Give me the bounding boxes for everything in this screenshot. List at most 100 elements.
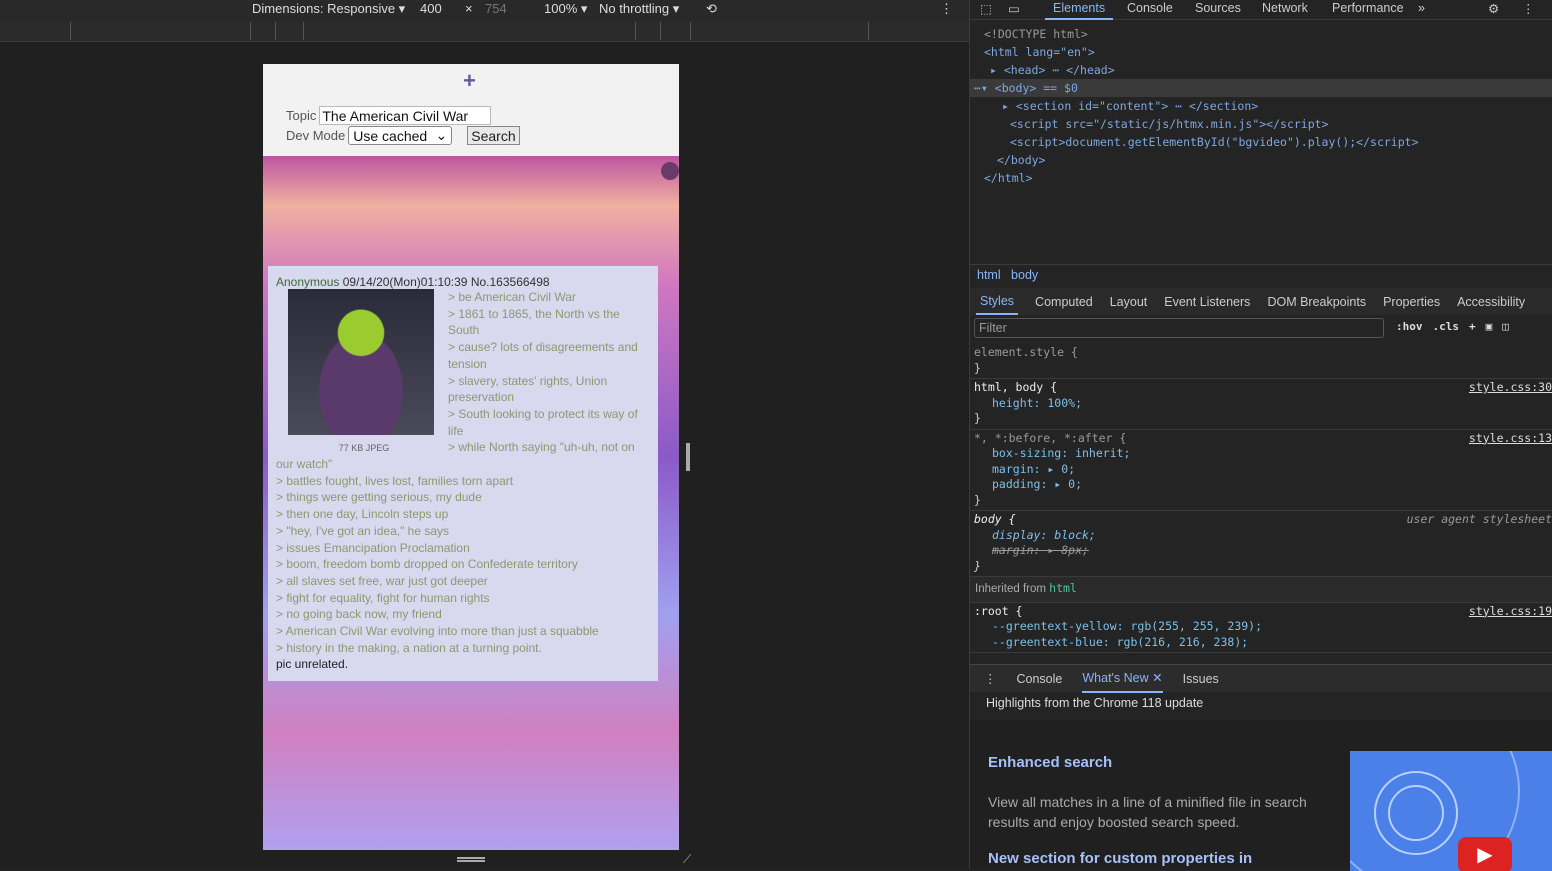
background-orb <box>661 162 679 180</box>
dom-node[interactable]: </body> <box>970 151 1552 169</box>
chevron-down-icon: ⌄ <box>435 127 448 143</box>
topic-input[interactable] <box>319 106 492 125</box>
resize-corner-icon[interactable]: ⟋ <box>683 852 691 867</box>
tab-accessibility[interactable]: Accessibility <box>1457 295 1525 309</box>
rule-selector: element.style { <box>974 345 1078 359</box>
tab-performance[interactable]: Performance <box>1332 1 1404 15</box>
breadcrumb-body[interactable]: body <box>1011 268 1038 282</box>
drawer-menu-icon[interactable]: ⋮ <box>984 671 997 686</box>
gear-icon[interactable]: ⚙ <box>1488 1 1499 16</box>
drawer-tab-console[interactable]: Console <box>1017 672 1063 686</box>
more-tabs-icon[interactable]: » <box>1418 1 1425 15</box>
rotate-icon[interactable]: ⟲ <box>706 1 717 17</box>
rule-close: } <box>974 411 981 425</box>
whats-new-video-thumbnail[interactable]: ▶ <box>1350 751 1552 871</box>
play-icon[interactable]: ▶ <box>1458 837 1512 871</box>
dom-node[interactable]: ▸ <head> ⋯ </head> <box>970 61 1552 79</box>
media-query-ruler[interactable] <box>0 20 969 42</box>
throttling-dropdown[interactable]: No throttling ▾ <box>599 1 679 17</box>
tab-console[interactable]: Console <box>1127 1 1173 15</box>
greentext-line: > history in the making, a nation at a t… <box>276 640 542 655</box>
feature-description: View all matches in a line of a minified… <box>988 794 1307 830</box>
rule-property[interactable]: padding: ▸ 0; <box>974 477 1548 493</box>
dom-tree: <!DOCTYPE html> <html lang="en"> ▸ <head… <box>970 20 1552 187</box>
width-input[interactable]: 400 <box>420 1 442 16</box>
drawer-tab-issues[interactable]: Issues <box>1183 672 1219 686</box>
rule-property[interactable]: --greentext-blue: rgb(216, 216, 238); <box>974 635 1548 651</box>
rule-close: } <box>974 558 981 573</box>
devtools-tabs: ⬚ ▭ Elements Console Sources Network Per… <box>970 0 1552 20</box>
hov-toggle[interactable]: :hov <box>1396 320 1423 333</box>
dom-node[interactable]: <!DOCTYPE html> <box>970 25 1552 43</box>
inspect-icon[interactable]: ⬚ <box>980 1 992 16</box>
resize-handle-bottom[interactable] <box>457 857 485 862</box>
devmode-select[interactable]: Use cached ⌄ <box>348 126 453 145</box>
tab-network[interactable]: Network <box>1262 1 1308 15</box>
search-button[interactable]: Search <box>467 126 520 145</box>
feature-heading[interactable]: Enhanced search <box>988 754 1112 771</box>
rule-source-link[interactable]: style.css:30 <box>1469 380 1552 396</box>
whats-new-title: Highlights from the Chrome 118 update <box>986 696 1204 710</box>
rule-selector: *, *:before, *:after { <box>974 430 1127 445</box>
dom-node[interactable]: ▸ <section id="content"> ⋯ </section> <box>970 97 1552 115</box>
styles-filter-input[interactable]: Filter <box>974 318 1384 338</box>
more-options-icon[interactable]: ⋮ <box>940 1 953 17</box>
dom-node[interactable]: <html lang="en"> <box>970 43 1552 61</box>
rule-property[interactable]: box-sizing: inherit; <box>974 446 1548 462</box>
rule-close: } <box>974 492 981 507</box>
tab-dom-breakpoints[interactable]: DOM Breakpoints <box>1267 295 1366 309</box>
styles-tabs: Styles Computed Layout Event Listeners D… <box>970 288 1552 315</box>
drawer-tab-whats-new[interactable]: What's New ✕ <box>1082 665 1163 693</box>
rule-selector: :root { <box>974 603 1023 618</box>
rule-property[interactable]: --greentext-yellow: rgb(255, 255, 239); <box>974 619 1548 635</box>
swap-dimensions-icon[interactable]: × <box>465 1 473 16</box>
tab-properties[interactable]: Properties <box>1383 295 1440 309</box>
sidebar-toggle-icon[interactable]: ◫ <box>1502 320 1509 333</box>
dom-node[interactable]: <script>document.getElementById("bgvideo… <box>970 133 1552 151</box>
greentext-line: > things were getting serious, my dude <box>276 490 482 505</box>
rule-source-link[interactable]: style.css:19 <box>1469 604 1552 620</box>
close-icon[interactable]: ✕ <box>1152 671 1162 685</box>
rule-property[interactable]: margin: ▸ 0; <box>974 462 1548 478</box>
tab-event-listeners[interactable]: Event Listeners <box>1164 295 1250 309</box>
dom-node[interactable]: <script src="/static/js/htmx.min.js"></s… <box>970 115 1552 133</box>
file-info: 77 KB JPEG <box>338 443 390 453</box>
greentext-line: > battles fought, lives lost, families t… <box>276 473 514 488</box>
greentext-line: > issues Emancipation Proclamation <box>276 540 470 555</box>
tab-layout[interactable]: Layout <box>1110 295 1148 309</box>
tab-styles[interactable]: Styles <box>976 288 1019 315</box>
tab-computed[interactable]: Computed <box>1035 295 1093 309</box>
dom-node[interactable]: </html> <box>970 169 1552 187</box>
feature-heading[interactable]: New section for custom properties in <box>988 850 1252 867</box>
post-datetime: 09/14/20(Mon)01:10:39 <box>342 275 468 289</box>
drawer-tab-label: What's New <box>1082 670 1149 685</box>
greentext-line: > fight for equality, fight for human ri… <box>276 590 490 605</box>
breadcrumb-html[interactable]: html <box>977 268 1001 282</box>
greentext-line: > boom, freedom bomb dropped on Confeder… <box>276 557 578 572</box>
plus-icon[interactable]: + <box>463 68 476 94</box>
tab-elements[interactable]: Elements <box>1045 1 1114 20</box>
device-toggle-icon[interactable]: ▭ <box>1008 1 1020 16</box>
rule-property[interactable]: height: 100%; <box>974 396 1548 412</box>
more-options-icon[interactable]: ⋮ <box>1522 1 1535 16</box>
rule-source-link[interactable]: style.css:13 <box>1469 431 1552 447</box>
rule-property-overridden: margin: ▸ 8px; <box>992 543 1089 557</box>
device-emulation-area: Dimensions: Responsive ▾ 400 × 754 100% … <box>0 0 969 869</box>
paint-icon[interactable]: ▣ <box>1486 320 1493 333</box>
post-image[interactable] <box>288 289 434 435</box>
post: Anonymous 09/14/20(Mon)01:10:39 No.16356… <box>268 266 658 682</box>
rule-close: } <box>974 360 981 375</box>
post-number[interactable]: No.163566498 <box>471 275 550 289</box>
devmode-value: Use cached <box>353 127 428 144</box>
dimensions-dropdown[interactable]: Dimensions: Responsive ▾ <box>252 1 405 17</box>
inherited-element-link[interactable]: html <box>1049 581 1077 595</box>
resize-handle-right[interactable] <box>686 443 690 471</box>
new-rule-icon[interactable]: + <box>1469 320 1476 333</box>
greentext-line: > no going back now, my friend <box>276 607 442 622</box>
zoom-dropdown[interactable]: 100% ▾ <box>544 1 587 17</box>
dom-node-selected[interactable]: ⋯▾ <body> == $0 <box>970 79 1552 97</box>
cls-toggle[interactable]: .cls <box>1433 320 1460 333</box>
tab-sources[interactable]: Sources <box>1195 1 1241 15</box>
height-input[interactable]: 754 <box>485 1 507 16</box>
breadcrumb: html body <box>970 264 1552 284</box>
